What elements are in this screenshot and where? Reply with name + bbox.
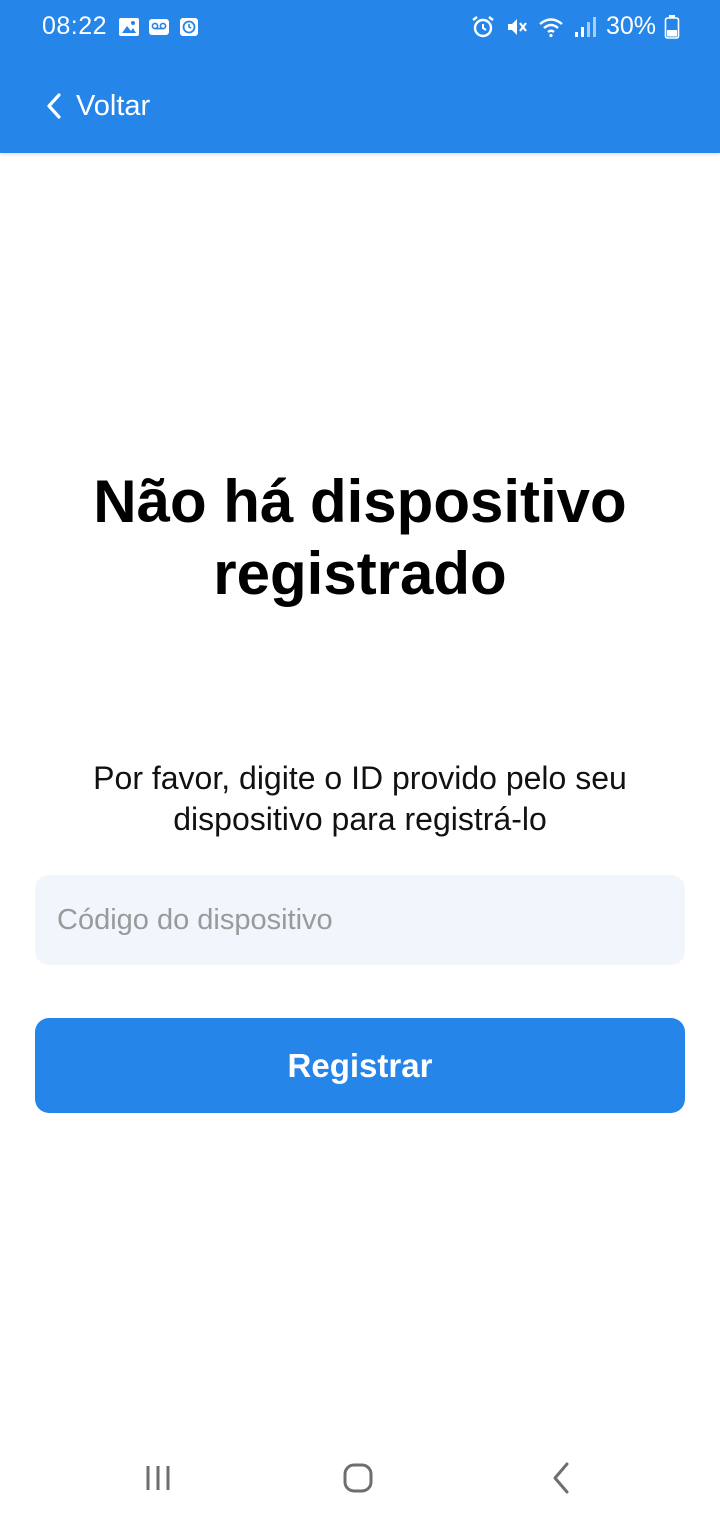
clock-app-icon bbox=[180, 18, 198, 36]
mute-icon bbox=[507, 18, 527, 35]
back-button[interactable]: Voltar bbox=[44, 84, 150, 128]
battery-icon bbox=[664, 14, 680, 39]
home-icon[interactable] bbox=[336, 1458, 380, 1498]
back-icon[interactable] bbox=[540, 1458, 584, 1498]
status-notification-icons bbox=[118, 16, 200, 38]
voicemail-icon bbox=[149, 19, 169, 35]
gallery-icon bbox=[119, 18, 139, 36]
battery-percent: 30% bbox=[605, 12, 656, 40]
status-time: 08:22 bbox=[42, 12, 108, 40]
wifi-icon bbox=[539, 17, 563, 37]
back-label: Voltar bbox=[76, 89, 151, 122]
instruction-text: Por favor, digite o ID provido pelo seu … bbox=[93, 760, 627, 837]
status-system-icons: 30% bbox=[470, 12, 680, 41]
register-button[interactable]: Registrar bbox=[35, 1018, 685, 1113]
signal-icon bbox=[574, 16, 596, 37]
page-title: Não há dispositivo registrado bbox=[93, 468, 627, 607]
recents-icon[interactable] bbox=[136, 1458, 180, 1498]
system-nav-bar bbox=[0, 1440, 720, 1520]
chevron-left-icon bbox=[47, 93, 61, 119]
status-bar: 08:22 30% bbox=[0, 0, 720, 56]
alarm-icon bbox=[472, 15, 494, 37]
device-code-input[interactable] bbox=[35, 875, 685, 965]
app-header: 08:22 30% Voltar bbox=[0, 0, 720, 153]
